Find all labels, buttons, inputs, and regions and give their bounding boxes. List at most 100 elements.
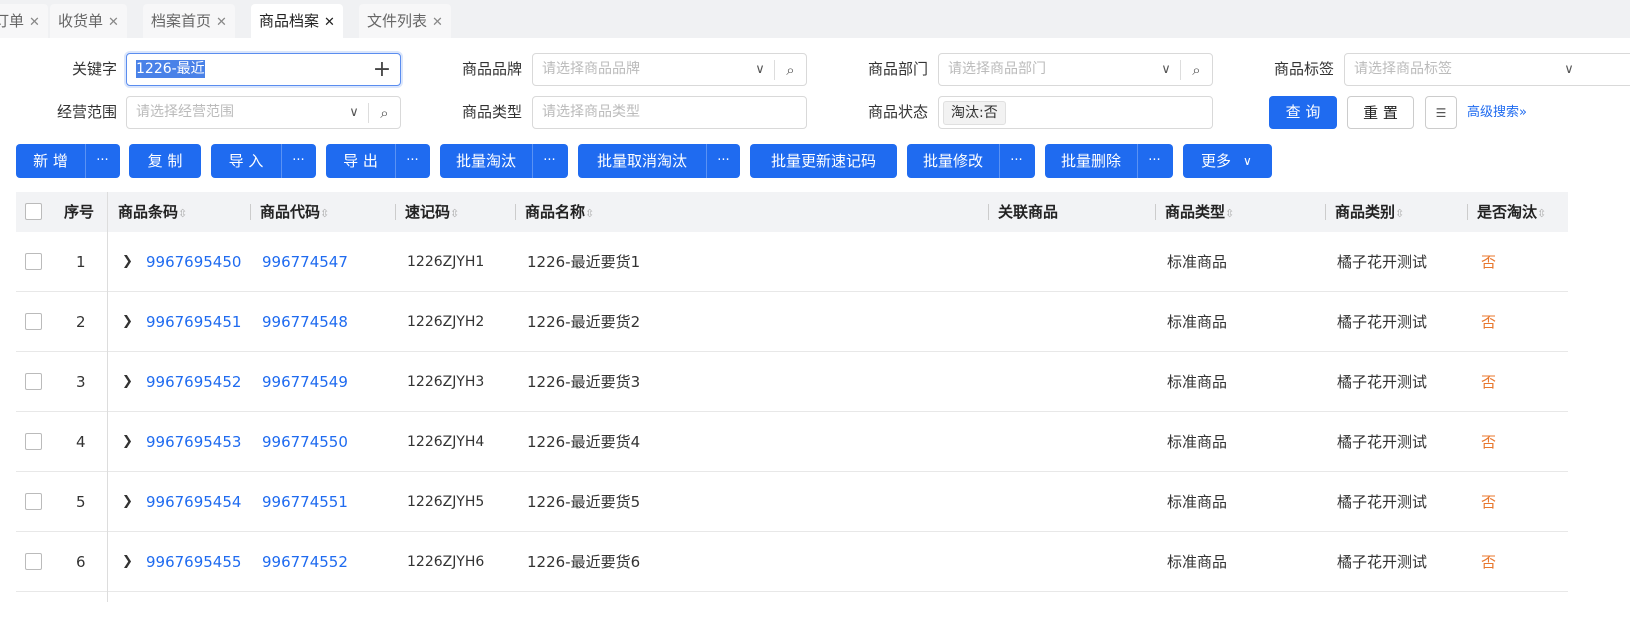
table-row[interactable]: 6 ❯ 9967695455 996774552 1226ZJYH6 1226-… xyxy=(16,532,1568,592)
batch-delete-label[interactable]: 批量删除 xyxy=(1045,144,1137,178)
col-code[interactable]: 商品代码⇳ xyxy=(250,192,329,232)
import-label[interactable]: 导 入 xyxy=(211,144,281,178)
type-select[interactable]: 请选择商品类型 xyxy=(532,96,807,129)
sort-icon[interactable]: ⇳ xyxy=(1225,207,1234,220)
batch-discontinue-button[interactable]: 批量淘汰 ··· xyxy=(440,144,568,178)
batch-undiscontinue-label[interactable]: 批量取消淘汰 xyxy=(578,144,706,178)
add-button[interactable]: 新 增 ··· xyxy=(16,144,120,178)
export-label[interactable]: 导 出 xyxy=(326,144,395,178)
more-icon[interactable]: ··· xyxy=(281,144,315,178)
copy-button[interactable]: 复 制 xyxy=(129,144,201,178)
batch-undiscontinue-button[interactable]: 批量取消淘汰 ··· xyxy=(578,144,740,178)
keyword-input[interactable]: 1226-最近 + xyxy=(126,53,401,86)
row-checkbox[interactable] xyxy=(25,493,42,510)
scope-select[interactable]: 请选择经营范围 ∨ ⌕ xyxy=(126,96,401,129)
close-icon[interactable]: ✕ xyxy=(432,15,443,30)
col-name[interactable]: 商品名称⇳ xyxy=(515,192,594,232)
query-button[interactable]: 查 询 xyxy=(1269,96,1337,129)
select-all-checkbox[interactable] xyxy=(25,203,42,220)
sort-icon[interactable]: ⇳ xyxy=(1395,207,1404,220)
more-button[interactable]: 更多 ∨ xyxy=(1183,144,1272,178)
search-icon[interactable]: ⌕ xyxy=(368,102,400,123)
close-icon[interactable]: ✕ xyxy=(216,15,227,30)
tab-archive-home[interactable]: 档案首页 ✕ xyxy=(143,4,235,38)
expand-icon[interactable]: ❯ xyxy=(112,412,133,472)
tab-order[interactable]: 订单 ✕ xyxy=(0,4,48,38)
table-row[interactable]: 4 ❯ 9967695453 996774550 1226ZJYH4 1226-… xyxy=(16,412,1568,472)
import-button[interactable]: 导 入 ··· xyxy=(211,144,316,178)
batch-update-code-button[interactable]: 批量更新速记码 xyxy=(750,144,897,178)
sort-icon[interactable]: ⇳ xyxy=(585,207,594,220)
more-icon[interactable]: ··· xyxy=(1137,144,1171,178)
chevron-down-icon[interactable]: ∨ xyxy=(746,54,774,85)
row-checkbox[interactable] xyxy=(25,313,42,330)
more-icon[interactable]: ··· xyxy=(532,144,566,178)
code-link[interactable]: 996774550 xyxy=(252,412,348,472)
brand-select[interactable]: 请选择商品品牌 ∨ ⌕ xyxy=(532,53,807,86)
code-link[interactable]: 996774549 xyxy=(252,352,348,412)
more-icon[interactable]: ··· xyxy=(706,144,740,178)
search-icon[interactable]: ⌕ xyxy=(774,59,806,80)
barcode-link[interactable]: 9967695455 xyxy=(136,532,241,592)
sort-icon[interactable]: ⇳ xyxy=(320,207,329,220)
col-category[interactable]: 商品类别⇳ xyxy=(1325,192,1404,232)
reset-button[interactable]: 重 置 xyxy=(1347,96,1414,129)
batch-discontinue-label[interactable]: 批量淘汰 xyxy=(440,144,532,178)
col-barcode[interactable]: 商品条码⇳ xyxy=(108,192,187,232)
barcode-link[interactable]: 9967695453 xyxy=(136,412,241,472)
table-row[interactable]: 5 ❯ 9967695454 996774551 1226ZJYH5 1226-… xyxy=(16,472,1568,532)
column-settings-icon[interactable]: ☰ xyxy=(1425,96,1457,129)
code-link[interactable]: 996774547 xyxy=(252,232,348,292)
chevron-down-icon[interactable]: ∨ xyxy=(340,97,368,128)
barcode-link[interactable]: 9967695454 xyxy=(136,472,241,532)
col-type[interactable]: 商品类型⇳ xyxy=(1155,192,1234,232)
expand-icon[interactable]: ❯ xyxy=(112,232,133,292)
barcode-link[interactable]: 9967695451 xyxy=(136,292,241,352)
more-icon[interactable]: ··· xyxy=(395,144,429,178)
status-select[interactable]: 淘汰:否 xyxy=(938,96,1213,129)
batch-delete-button[interactable]: 批量删除 ··· xyxy=(1045,144,1173,178)
status-tag[interactable]: 淘汰:否 xyxy=(943,101,1006,125)
chevron-down-icon[interactable]: ∨ xyxy=(1555,54,1583,85)
dept-select[interactable]: 请选择商品部门 ∨ ⌕ xyxy=(938,53,1213,86)
code-link[interactable]: 996774548 xyxy=(252,292,348,352)
row-checkbox[interactable] xyxy=(25,373,42,390)
expand-icon[interactable]: ❯ xyxy=(112,472,133,532)
more-icon[interactable]: ··· xyxy=(85,144,119,178)
table-row[interactable]: 1 ❯ 9967695450 996774547 1226ZJYH1 1226-… xyxy=(16,232,1568,292)
advanced-search-link[interactable]: 高级搜索» xyxy=(1467,96,1527,129)
barcode-link[interactable]: 9967695450 xyxy=(136,232,241,292)
sort-icon[interactable]: ⇳ xyxy=(450,207,459,220)
tab-product-archive[interactable]: 商品档案 ✕ xyxy=(251,4,343,38)
code-link[interactable]: 996774551 xyxy=(252,472,348,532)
barcode-link[interactable]: 9967695452 xyxy=(136,352,241,412)
row-checkbox[interactable] xyxy=(25,433,42,450)
col-shortcode[interactable]: 速记码⇳ xyxy=(395,192,459,232)
col-discontinued[interactable]: 是否淘汰⇳ xyxy=(1467,192,1546,232)
tab-file-list[interactable]: 文件列表 ✕ xyxy=(359,4,451,38)
batch-edit-button[interactable]: 批量修改 ··· xyxy=(907,144,1035,178)
batch-edit-label[interactable]: 批量修改 xyxy=(907,144,999,178)
search-icon[interactable]: ⌕ xyxy=(1180,59,1212,80)
expand-icon[interactable]: ❯ xyxy=(112,352,133,412)
type-placeholder: 请选择商品类型 xyxy=(542,104,640,120)
more-icon[interactable]: ··· xyxy=(999,144,1033,178)
close-icon[interactable]: ✕ xyxy=(108,15,119,30)
table-row[interactable]: 3 ❯ 9967695452 996774549 1226ZJYH3 1226-… xyxy=(16,352,1568,412)
row-checkbox[interactable] xyxy=(25,553,42,570)
expand-icon[interactable]: ❯ xyxy=(112,292,133,352)
plus-icon[interactable]: + xyxy=(364,54,400,85)
expand-icon[interactable]: ❯ xyxy=(112,532,133,592)
code-link[interactable]: 996774552 xyxy=(252,532,348,592)
close-icon[interactable]: ✕ xyxy=(324,15,335,30)
add-label[interactable]: 新 增 xyxy=(16,144,85,178)
chevron-down-icon[interactable]: ∨ xyxy=(1152,54,1180,85)
close-icon[interactable]: ✕ xyxy=(29,15,40,30)
sort-icon[interactable]: ⇳ xyxy=(1537,207,1546,220)
tag-select[interactable]: 请选择商品标签 ∨ xyxy=(1344,53,1630,86)
export-button[interactable]: 导 出 ··· xyxy=(326,144,430,178)
table-row[interactable]: 2 ❯ 9967695451 996774548 1226ZJYH2 1226-… xyxy=(16,292,1568,352)
sort-icon[interactable]: ⇳ xyxy=(178,207,187,220)
row-checkbox[interactable] xyxy=(25,253,42,270)
tab-receipt[interactable]: 收货单 ✕ xyxy=(50,4,127,38)
